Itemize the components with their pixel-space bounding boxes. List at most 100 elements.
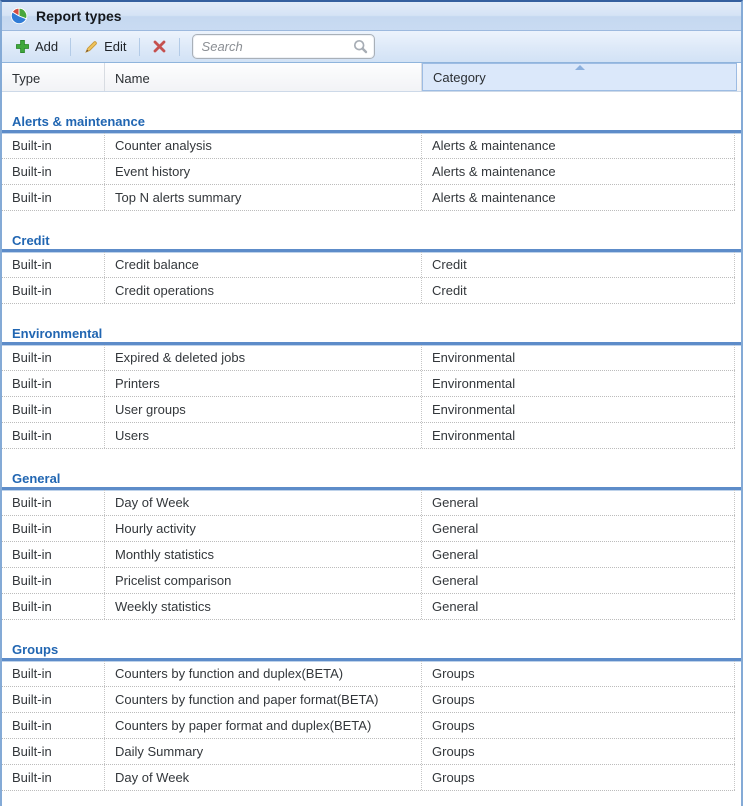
title-bar: Report types xyxy=(2,2,741,31)
cell-type: Built-in xyxy=(2,713,105,738)
cell-type: Built-in xyxy=(2,278,105,303)
cell-category: Groups xyxy=(422,713,735,738)
cell-type: Built-in xyxy=(2,397,105,422)
table-row[interactable]: Built-inCredit operationsCredit xyxy=(2,278,735,304)
cell-type: Built-in xyxy=(2,568,105,593)
group-header: General xyxy=(2,449,741,490)
group-label: General xyxy=(12,471,60,486)
cell-category: Groups xyxy=(422,687,735,712)
cell-type: Built-in xyxy=(2,739,105,764)
table-row[interactable]: Built-inUser groupsEnvironmental xyxy=(2,397,735,423)
magnifier-icon xyxy=(352,38,369,55)
group-label: Alerts & maintenance xyxy=(12,114,145,129)
edit-button-label: Edit xyxy=(104,39,126,54)
cell-type: Built-in xyxy=(2,423,105,448)
cell-type: Built-in xyxy=(2,345,105,370)
cell-category: General xyxy=(422,516,735,541)
cell-category: Alerts & maintenance xyxy=(422,185,735,210)
cell-name: Event history xyxy=(105,159,422,184)
cell-name: Weekly statistics xyxy=(105,594,422,619)
search-input[interactable] xyxy=(202,39,352,54)
cell-category: Credit xyxy=(422,252,735,277)
pencil-icon xyxy=(83,39,99,55)
table-row[interactable]: Built-inPrintersEnvironmental xyxy=(2,371,735,397)
group-header: Groups xyxy=(2,620,741,661)
table-row[interactable]: Built-inEvent historyAlerts & maintenanc… xyxy=(2,159,735,185)
report-group: GroupsBuilt-inCounters by function and d… xyxy=(2,620,741,791)
table-row[interactable]: Built-inDay of WeekGeneral xyxy=(2,490,735,516)
cell-name: Counter analysis xyxy=(105,133,422,158)
cell-name: User groups xyxy=(105,397,422,422)
cell-name: Counters by function and paper format(BE… xyxy=(105,687,422,712)
edit-button[interactable]: Edit xyxy=(78,36,131,58)
table-row[interactable]: Built-inDaily SummaryGroups xyxy=(2,739,735,765)
cell-name: Hourly activity xyxy=(105,516,422,541)
cell-category: General xyxy=(422,594,735,619)
cell-type: Built-in xyxy=(2,252,105,277)
plus-icon xyxy=(15,39,30,54)
table-row[interactable]: Built-inHourly activityGeneral xyxy=(2,516,735,542)
cell-category: Alerts & maintenance xyxy=(422,159,735,184)
cell-name: Credit operations xyxy=(105,278,422,303)
table-row[interactable]: Built-inCredit balanceCredit xyxy=(2,252,735,278)
cell-category: Environmental xyxy=(422,371,735,396)
cell-category: General xyxy=(422,490,735,515)
cell-type: Built-in xyxy=(2,542,105,567)
table-row[interactable]: Built-inCounters by paper format and dup… xyxy=(2,713,735,739)
cell-type: Built-in xyxy=(2,185,105,210)
toolbar-separator xyxy=(139,38,140,56)
sort-ascending-icon xyxy=(575,65,585,70)
column-header-type[interactable]: Type xyxy=(2,63,105,91)
table-row[interactable]: Built-inTop N alerts summaryAlerts & mai… xyxy=(2,185,735,211)
cell-name: Monthly statistics xyxy=(105,542,422,567)
cell-name: Credit balance xyxy=(105,252,422,277)
toolbar-separator xyxy=(70,38,71,56)
table-row[interactable]: Built-inWeekly statisticsGeneral xyxy=(2,594,735,620)
add-button[interactable]: Add xyxy=(10,36,63,57)
delete-button[interactable] xyxy=(147,36,172,57)
column-header-category[interactable]: Category xyxy=(422,63,737,91)
pie-chart-icon xyxy=(10,7,28,25)
cell-category: General xyxy=(422,542,735,567)
cell-type: Built-in xyxy=(2,765,105,790)
cell-category: Environmental xyxy=(422,345,735,370)
table-row[interactable]: Built-inMonthly statisticsGeneral xyxy=(2,542,735,568)
cell-type: Built-in xyxy=(2,159,105,184)
grid-header: Type Name Category xyxy=(2,63,741,92)
cell-category: Credit xyxy=(422,278,735,303)
report-group: GeneralBuilt-inDay of WeekGeneralBuilt-i… xyxy=(2,449,741,620)
group-label: Groups xyxy=(12,642,58,657)
cell-category: Environmental xyxy=(422,397,735,422)
table-row[interactable]: Built-inCounters by function and paper f… xyxy=(2,687,735,713)
table-row[interactable]: Built-inCounter analysisAlerts & mainten… xyxy=(2,133,735,159)
toolbar-separator xyxy=(179,38,180,56)
cell-name: Day of Week xyxy=(105,490,422,515)
cell-name: Top N alerts summary xyxy=(105,185,422,210)
cell-category: Groups xyxy=(422,765,735,790)
cell-type: Built-in xyxy=(2,594,105,619)
toolbar: Add Edit xyxy=(2,31,741,63)
table-row[interactable]: Built-inExpired & deleted jobsEnvironmen… xyxy=(2,345,735,371)
table-row[interactable]: Built-inUsersEnvironmental xyxy=(2,423,735,449)
cell-category: General xyxy=(422,568,735,593)
cell-type: Built-in xyxy=(2,661,105,686)
cell-category: Groups xyxy=(422,739,735,764)
cell-category: Environmental xyxy=(422,423,735,448)
group-header: Alerts & maintenance xyxy=(2,92,741,133)
table-row[interactable]: Built-inDay of WeekGroups xyxy=(2,765,735,791)
column-header-name[interactable]: Name xyxy=(105,63,422,91)
cell-category: Alerts & maintenance xyxy=(422,133,735,158)
group-label: Credit xyxy=(12,233,50,248)
report-group: EnvironmentalBuilt-inExpired & deleted j… xyxy=(2,304,741,449)
table-row[interactable]: Built-inCounters by function and duplex(… xyxy=(2,661,735,687)
table-row[interactable]: Built-inPricelist comparisonGeneral xyxy=(2,568,735,594)
cell-category: Groups xyxy=(422,661,735,686)
red-x-icon xyxy=(152,39,167,54)
cell-name: Printers xyxy=(105,371,422,396)
report-group: Alerts & maintenanceBuilt-inCounter anal… xyxy=(2,92,741,211)
cell-name: Day of Week xyxy=(105,765,422,790)
page-title: Report types xyxy=(36,8,122,24)
cell-name: Counters by paper format and duplex(BETA… xyxy=(105,713,422,738)
cell-name: Counters by function and duplex(BETA) xyxy=(105,661,422,686)
search-box[interactable] xyxy=(192,34,375,59)
